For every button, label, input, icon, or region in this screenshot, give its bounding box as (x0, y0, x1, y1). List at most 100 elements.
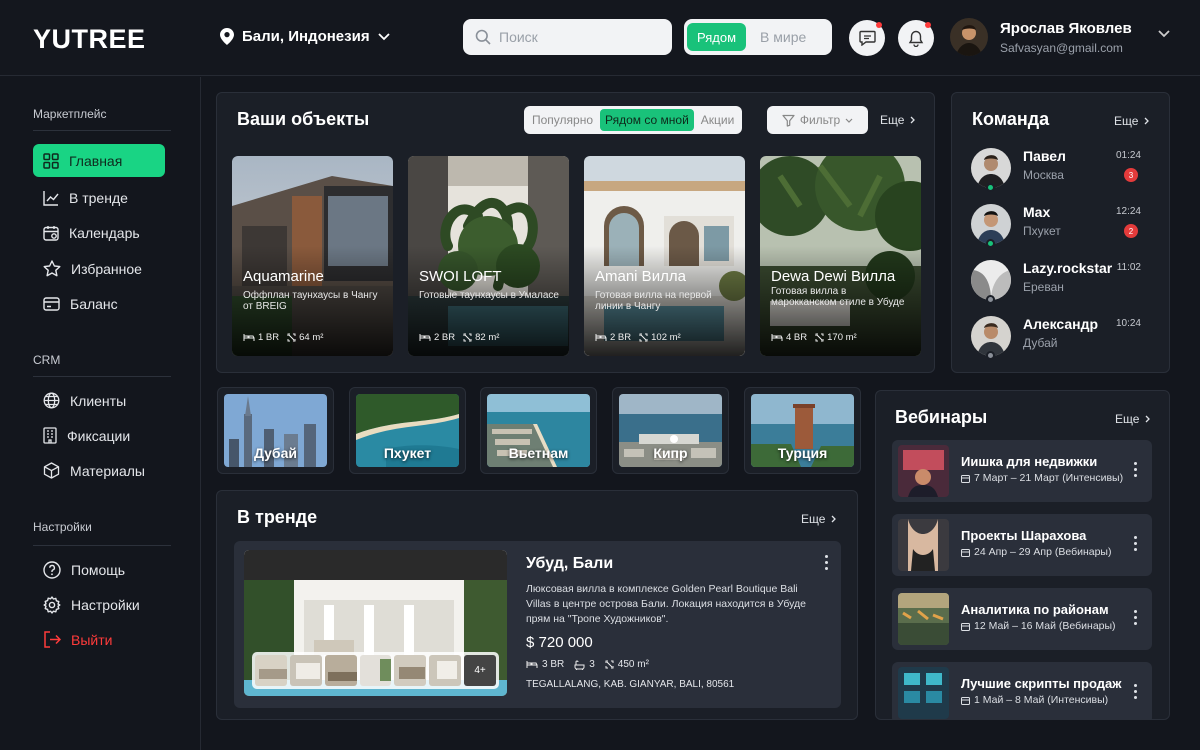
objects-filter-tabs: Популярно Рядом со мной Акции (524, 106, 743, 134)
sidebar-item-trending[interactable]: В тренде (33, 181, 165, 214)
property-card[interactable]: Aquamarine Оффплан таунхаусы в Чангу от … (232, 156, 393, 356)
webinar-thumbnail (898, 667, 949, 719)
bell-icon (908, 30, 924, 47)
section-title-crm: CRM (33, 353, 61, 367)
more-options-icon[interactable] (1132, 462, 1138, 477)
more-photos-button[interactable]: 4+ (464, 655, 497, 686)
property-specs: 1 BR 64 m² (243, 332, 323, 343)
destination-card-cyprus[interactable]: Кипр (612, 387, 729, 474)
divider (33, 545, 171, 546)
avatar (971, 316, 1011, 356)
member-name: Александр (1023, 316, 1099, 332)
area: 102 m² (651, 332, 681, 343)
sidebar-item-fixations[interactable]: Фиксации (33, 419, 165, 452)
more-label: Еще (1114, 114, 1139, 128)
destination-card-dubai[interactable]: Дубай (217, 387, 334, 474)
webinar-dates-text: 7 Март – 21 Март (Интенсивы) (974, 472, 1124, 484)
sidebar-item-label: Баланс (70, 295, 118, 312)
search-input[interactable] (499, 29, 649, 45)
area-icon (605, 660, 614, 669)
webinar-dates-text: 12 Май – 16 Май (Вебинары) (974, 620, 1116, 632)
bedrooms: 3 BR (542, 659, 565, 670)
thumbnail[interactable] (394, 655, 427, 686)
property-address: TEGALLALANG, KAB. GIANYAR, BALI, 80561 (526, 679, 735, 690)
unread-badge: 2 (1124, 224, 1138, 238)
webinars-more-link[interactable]: Еще (1115, 412, 1151, 426)
more-options-icon[interactable] (1132, 684, 1138, 699)
chat-icon (858, 30, 876, 46)
thumbnail[interactable] (289, 655, 322, 686)
online-status (986, 183, 995, 192)
user-profile[interactable]: Ярослав Яковлев Safvasyan@gmail.com (950, 18, 1132, 56)
property-price: $ 720 000 (526, 634, 593, 651)
property-photo: 4+ (244, 550, 507, 696)
sidebar-item-favorites[interactable]: Избранное (33, 252, 165, 285)
trending-property-card[interactable]: 4+ Убуд, Бали Люксовая вилла в комплексе… (234, 541, 841, 708)
objects-more-link[interactable]: Еще (880, 113, 916, 127)
tab-world[interactable]: В мире (750, 29, 816, 45)
tab-nearby[interactable]: Рядом (687, 23, 747, 51)
sidebar-item-materials[interactable]: Материалы (33, 454, 165, 487)
team-member[interactable]: Павел Москва 01:24 3 (971, 144, 1141, 192)
property-card[interactable]: Amani Вилла Готовая вилла на первой лини… (584, 156, 745, 356)
sidebar-item-label: Главная (69, 152, 123, 169)
webinar-thumbnail (898, 445, 949, 497)
more-options-icon[interactable] (1132, 536, 1138, 551)
bedrooms: 1 BR (258, 332, 280, 343)
chevron-down-icon[interactable] (1158, 30, 1170, 38)
filter-button-label: Фильтр (799, 113, 841, 127)
member-time: 10:24 (1115, 318, 1141, 329)
tab-popular[interactable]: Популярно (527, 109, 598, 131)
destination-card-turkey[interactable]: Турция (744, 387, 861, 474)
location-selector[interactable]: Бали, Индонезия (220, 28, 390, 45)
team-member[interactable]: Max Пхукет 12:24 2 (971, 200, 1141, 248)
sidebar-item-clients[interactable]: Клиенты (33, 384, 165, 417)
offline-status (986, 295, 995, 304)
thumbnail[interactable] (255, 655, 287, 686)
sidebar-item-help[interactable]: Помощь (33, 553, 165, 586)
notifications-button[interactable] (898, 20, 934, 56)
team-more-link[interactable]: Еще (1114, 114, 1150, 128)
sidebar-item-home[interactable]: Главная (33, 144, 165, 177)
sidebar-item-settings[interactable]: Настройки (33, 588, 165, 621)
filter-button[interactable]: Фильтр (767, 106, 868, 134)
search-box (463, 19, 672, 55)
property-card[interactable]: Dewa Dewi Вилла Готовая вилла в мароккан… (760, 156, 921, 356)
team-member[interactable]: Lazy.rockstar Ереван 11:02 (971, 256, 1141, 304)
sidebar-item-balance[interactable]: Баланс (33, 287, 165, 320)
bedrooms: 2 BR (434, 332, 456, 343)
property-photo (760, 156, 921, 356)
member-time: 11:02 (1116, 262, 1141, 273)
property-specs: 2 BR 82 m² (419, 332, 499, 343)
webinar-item[interactable]: Аналитика по районам 12 Май – 16 Май (Ве… (892, 588, 1152, 650)
destination-card-vietnam[interactable]: Вьетнам (480, 387, 597, 474)
webinar-item[interactable]: Проекты Шарахова 24 Апр – 29 Апр (Вебина… (892, 514, 1152, 576)
chevron-down-icon (845, 118, 853, 123)
property-card[interactable]: SWOI LOFT Готовые таунхаусы в Умаласе 2 … (408, 156, 569, 356)
tab-near-me[interactable]: Рядом со мной (600, 109, 694, 131)
tab-promotions[interactable]: Акции (696, 109, 740, 131)
sidebar-item-calendar[interactable]: Календарь (33, 216, 165, 249)
area: 64 m² (299, 332, 324, 343)
bedrooms: 4 BR (786, 332, 808, 343)
messages-button[interactable] (849, 20, 885, 56)
logo[interactable]: YUTREE (33, 24, 146, 55)
thumbnail[interactable] (429, 655, 462, 686)
more-options-icon[interactable] (1132, 610, 1138, 625)
calendar-icon (43, 225, 59, 241)
trending-more-link[interactable]: Еще (801, 512, 837, 526)
webinar-item[interactable]: Лучшие скрипты продаж 1 Май – 8 Май (Инт… (892, 662, 1152, 719)
more-options-icon[interactable] (823, 555, 829, 570)
destination-card-phuket[interactable]: Пхукет (349, 387, 466, 474)
thumbnail[interactable] (324, 655, 357, 686)
team-member[interactable]: Александр Дубай 10:24 (971, 312, 1141, 360)
divider (33, 130, 171, 131)
member-city: Дубай (1023, 336, 1058, 350)
filter-icon (782, 114, 795, 127)
webinar-item[interactable]: Иишка для недвижки 7 Март – 21 Март (Инт… (892, 440, 1152, 502)
thumbnail[interactable] (359, 655, 392, 686)
gear-icon (43, 595, 61, 614)
property-desc: Готовая вилла на первой линии в Чангу (595, 290, 712, 312)
webinar-dates-text: 24 Апр – 29 Апр (Вебинары) (974, 546, 1112, 558)
sidebar-item-logout[interactable]: Выйти (33, 623, 165, 656)
